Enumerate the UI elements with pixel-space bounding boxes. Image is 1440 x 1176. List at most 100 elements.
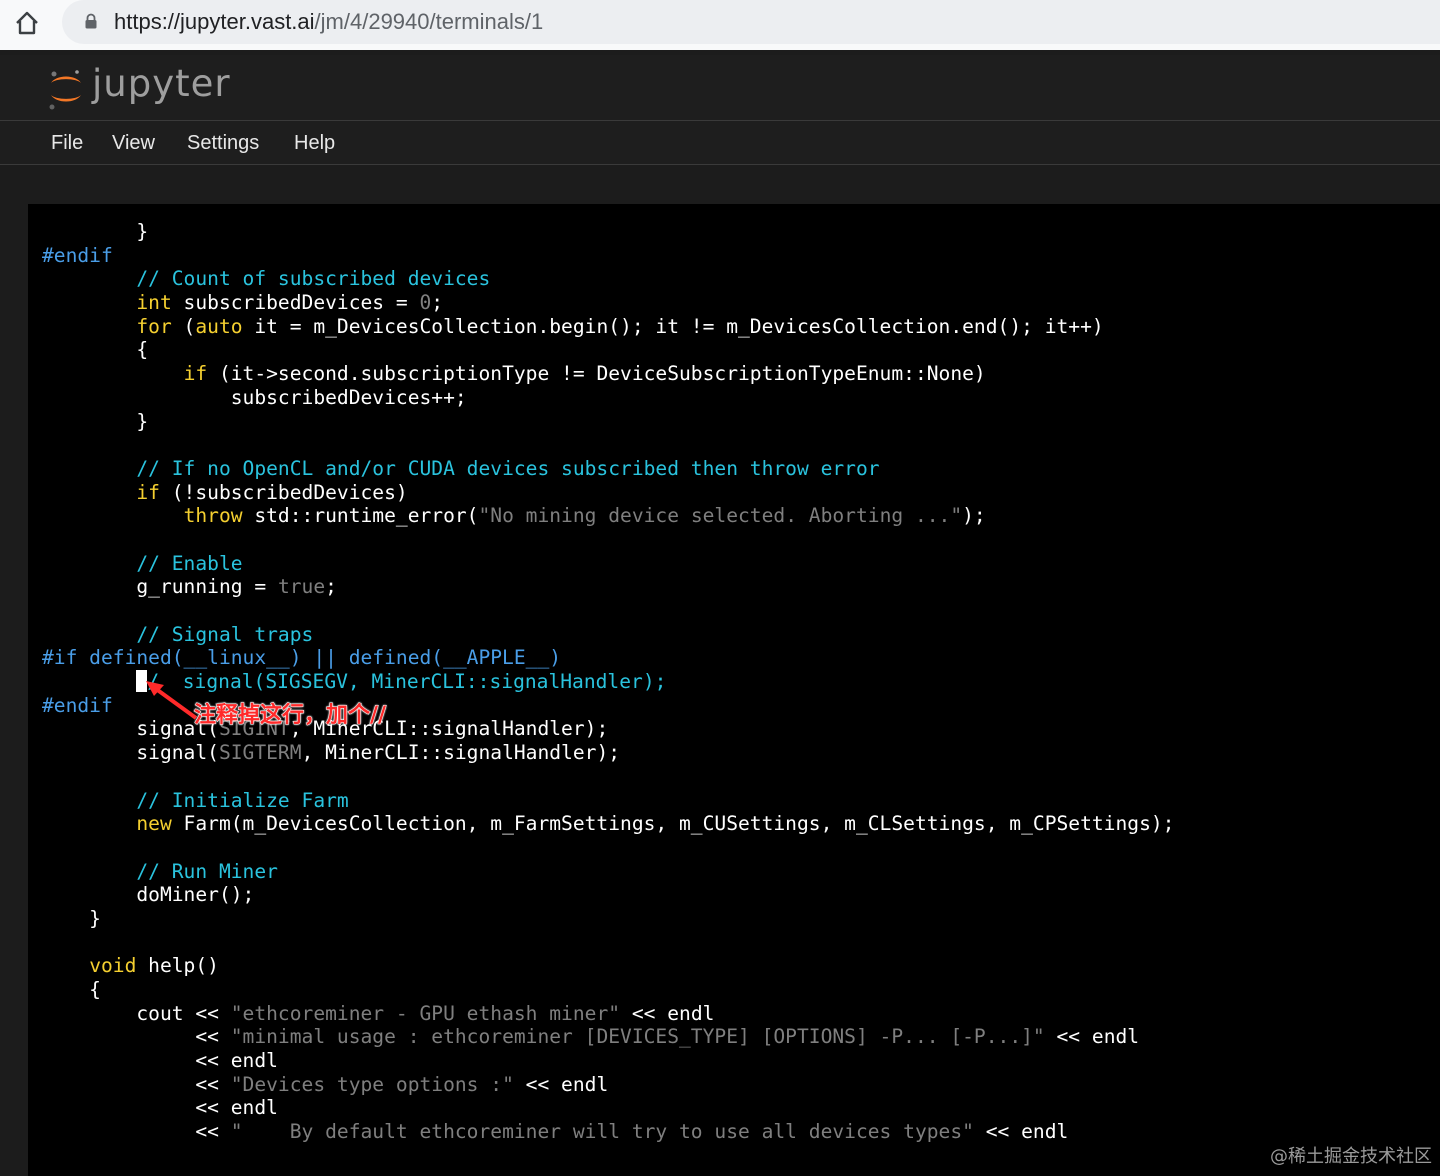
code-line: << endl [42,1096,1174,1120]
code-line: << endl [42,1049,1174,1073]
code-token: SIGTERM [218,741,302,765]
code-line: } [42,907,1174,931]
code-token: Farm(m_DevicesCollection, m_FarmSettings… [171,812,1175,836]
code-token: cout << [42,1001,231,1025]
code-token: << endl [513,1072,609,1096]
code-token: // Initialize Farm [136,788,349,812]
code-token: for [136,314,172,338]
code-token: << endl [42,1049,278,1073]
watermark: @稀土掘金技术社区 [1270,1146,1432,1167]
address-bar[interactable]: https://jupyter.vast.ai/jm/4/29940/termi… [62,0,1440,44]
code-token: true [277,575,326,599]
code-line: } [42,220,1174,244]
code-line: / signal(SIGSEGV, MinerCLI::signalHandle… [42,670,1174,694]
code-line: #if defined(__linux__) || defined(__APPL… [42,646,1174,670]
code-token: "ethcoreminer - GPU ethash miner" [230,1001,621,1025]
code-token: (it->second.subscriptionType != DeviceSu… [207,362,986,386]
code-token: // Signal traps [136,622,314,646]
code-token: "No mining device selected. Aborting ...… [478,504,963,528]
code-line: << "minimal usage : ethcoreminer [DEVICE… [42,1025,1174,1049]
menu-help[interactable]: Help [294,132,335,155]
code-line: if (!subscribedDevices) [42,481,1174,505]
menu-bar: File View Settings Help [0,121,1440,165]
code-line: // Initialize Farm [42,789,1174,813]
code-line: // Run Miner [42,860,1174,884]
code-token: " By default ethcoreminer will try to us… [230,1120,974,1144]
code-token: } [42,409,149,433]
code-token: , MinerCLI::signalHandler); [301,741,621,765]
code-line: cout << "ethcoreminer - GPU ethash miner… [42,1002,1174,1026]
code-token: "Devices type options :" [230,1072,514,1096]
code-token: / signal(SIGSEGV, MinerCLI::signalHandle… [147,670,667,694]
code-token: << [42,1025,231,1049]
code-token: if [136,480,160,504]
code-token: // If no OpenCL and/or CUDA devices subs… [136,456,880,480]
home-icon[interactable] [12,8,42,38]
menu-settings[interactable]: Settings [187,132,259,155]
code-token: it = m_DevicesCollection.begin(); it != … [242,314,1104,338]
code-line: void help() [42,954,1174,978]
url-text: https://jupyter.vast.ai/jm/4/29940/termi… [114,9,544,34]
code-token: subscribedDevices++; [42,385,467,409]
code-token: 0 [419,291,432,315]
menu-file[interactable]: File [51,132,83,155]
code-line: << "Devices type options :" << endl [42,1073,1174,1097]
code-line: subscribedDevices++; [42,386,1174,410]
code-token: << [42,1120,231,1144]
code-line: #endif [42,244,1174,268]
code-token: ); [962,504,986,528]
code-token: if [183,362,208,386]
code-token: g_running = [42,575,278,599]
code-token: #endif [42,693,113,717]
jupyter-logo-icon[interactable] [46,67,86,111]
menu-view[interactable]: View [112,132,155,155]
code-token: ( [171,314,196,338]
code-line: // If no OpenCL and/or CUDA devices subs… [42,457,1174,481]
annotation-note: 注释掉这行，加个// [193,703,387,729]
code-token: throw [183,504,243,528]
code-token: doMiner(); [42,883,255,907]
code-token: (!subscribedDevices) [159,480,408,504]
code-token: // Enable [136,551,243,575]
jupyter-header: jupyter [0,55,1440,121]
code-line: signal(SIGTERM, MinerCLI::signalHandler)… [42,741,1174,765]
code-token: subscribedDevices = [171,291,420,315]
code-line: // Count of subscribed devices [42,267,1174,291]
jupyter-logo-text: jupyter [92,62,231,105]
code-token: // Count of subscribed devices [136,267,491,291]
code-line: } [42,410,1174,434]
terminal-output: } #endif // Count of subscribed devices i… [42,220,1174,1144]
code-line: doMiner(); [42,883,1174,907]
code-token: ; [431,291,444,315]
code-token: #endif [42,243,113,267]
code-line: << " By default ethcoreminer will try to… [42,1120,1174,1144]
code-line: g_running = true; [42,575,1174,599]
code-token: << [42,1072,231,1096]
terminal[interactable]: } #endif // Count of subscribed devices i… [28,204,1440,1176]
code-token: ; [325,575,337,599]
code-token: int [136,291,172,315]
code-token: } [42,220,149,243]
code-token: #if defined(__linux__) || defined(__APPL… [42,646,562,670]
code-token: { [42,978,101,1001]
code-token: << endl [1044,1025,1140,1049]
code-token: << endl [42,1096,278,1120]
code-token: << endl [620,1001,715,1025]
code-token: << endl [973,1120,1069,1144]
code-line: { [42,978,1174,1002]
code-token: signal( [42,741,219,765]
code-line: int subscribedDevices = 0; [42,291,1174,315]
